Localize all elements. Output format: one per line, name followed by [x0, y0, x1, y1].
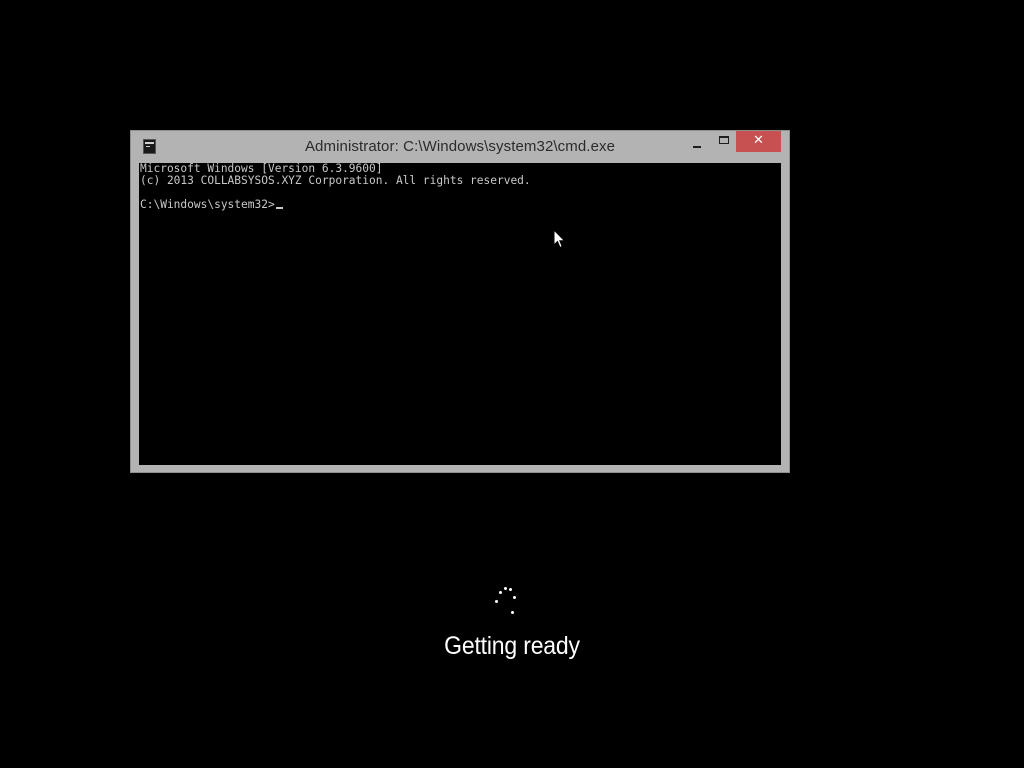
cmd-window[interactable]: Administrator: C:\Windows\system32\cmd.e…: [130, 130, 790, 473]
mouse-pointer-icon: [553, 229, 566, 249]
setup-screen: Administrator: C:\Windows\system32\cmd.e…: [0, 0, 1024, 768]
console-output[interactable]: Microsoft Windows [Version 6.3.9600] (c)…: [139, 163, 781, 465]
close-icon: ✕: [753, 133, 764, 148]
prompt-line[interactable]: C:\Windows\system32>: [140, 199, 781, 211]
close-button[interactable]: ✕: [736, 131, 781, 152]
minimize-button[interactable]: [682, 133, 710, 153]
prompt-text: C:\Windows\system32>: [140, 198, 275, 211]
loading-spinner-icon: [492, 585, 520, 619]
maximize-button[interactable]: [711, 133, 737, 153]
status-message: Getting ready: [444, 632, 580, 660]
title-bar[interactable]: Administrator: C:\Windows\system32\cmd.e…: [131, 131, 789, 163]
console-line: (c) 2013 COLLABSYSOS.XYZ Corporation. Al…: [140, 174, 531, 187]
text-cursor: [275, 207, 283, 209]
